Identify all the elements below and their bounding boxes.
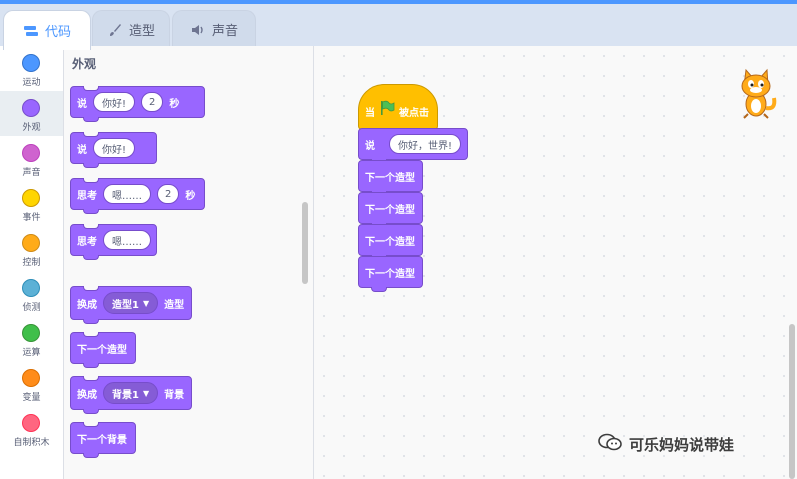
costume-dropdown[interactable]: 造型1 ▼ (103, 292, 159, 314)
when-flag-clicked-block[interactable]: 当 被点击 (358, 84, 438, 134)
switch-backdrop-block[interactable]: 换成 背景1 ▼ 背景 (70, 376, 192, 414)
think-for-secs-block[interactable]: 思考 嗯…… 2 秒 (70, 178, 205, 214)
block-label: 下一个造型 (365, 268, 415, 280)
category-my-blocks-dot (22, 414, 40, 432)
speaker-icon (190, 23, 206, 37)
block-label: 换成 (77, 389, 97, 401)
category-motion-dot (22, 54, 40, 72)
script-workspace[interactable]: 当 被点击 说 你好，世界! 下一个造型 下一个造型 下一个造型 下一个造型 可… (314, 46, 797, 479)
ws-next-costume-block[interactable]: 下一个造型 (358, 256, 423, 292)
backdrop-dropdown-value: 背景1 (112, 389, 139, 401)
tab-costumes[interactable]: 造型 (92, 10, 170, 48)
category-operators-label: 运算 (22, 348, 41, 358)
category-sound-label: 声音 (22, 168, 41, 178)
say-block[interactable]: 说 你好! (70, 132, 157, 168)
category-events[interactable]: 事件 (0, 181, 63, 226)
category-my-blocks[interactable]: 自制积木 (0, 406, 63, 451)
category-control-label: 控制 (22, 258, 41, 268)
category-sound-dot (22, 144, 40, 162)
block-label: 思考 (77, 236, 97, 248)
think-block[interactable]: 思考 嗯…… (70, 224, 157, 260)
category-variables[interactable]: 变量 (0, 361, 63, 406)
category-motion[interactable]: 运动 (0, 46, 63, 91)
say-text-input[interactable]: 你好! (93, 138, 136, 158)
say-text-input[interactable]: 你好! (93, 92, 136, 112)
block-label: 下一个造型 (365, 236, 415, 248)
say-for-secs-block[interactable]: 说 你好! 2 秒 (70, 86, 205, 122)
block-suffix: 造型 (164, 299, 185, 311)
think-text-input[interactable]: 嗯…… (103, 230, 151, 250)
category-sensing-dot (22, 279, 40, 297)
category-variables-label: 变量 (22, 393, 41, 403)
block-label: 下一个背景 (77, 434, 127, 446)
code-icon (23, 24, 39, 38)
tab-sounds[interactable]: 声音 (172, 10, 256, 48)
block-label: 下一个造型 (77, 344, 127, 356)
brush-icon (107, 22, 123, 38)
block-label: 下一个造型 (365, 204, 415, 216)
block-label: 思考 (77, 190, 97, 202)
category-operators-dot (22, 324, 40, 342)
block-unit: 秒 (185, 190, 196, 202)
category-sensing-label: 侦测 (22, 303, 41, 313)
chevron-down-icon: ▼ (142, 298, 150, 308)
ws-say-text-input[interactable]: 你好，世界! (388, 134, 461, 154)
tab-code-label: 代码 (44, 25, 71, 40)
category-sensing[interactable]: 侦测 (0, 271, 63, 316)
category-control[interactable]: 控制 (0, 226, 63, 271)
switch-costume-block[interactable]: 换成 造型1 ▼ 造型 (70, 286, 192, 324)
next-costume-block[interactable]: 下一个造型 (70, 332, 136, 368)
watermark-text: 可乐妈妈说带娃 (629, 435, 735, 454)
watermark: 可乐妈妈说带娃 (597, 432, 734, 456)
next-backdrop-block[interactable]: 下一个背景 (70, 422, 136, 458)
ws-next-costume-block[interactable]: 下一个造型 (358, 160, 423, 196)
palette-heading: 外观 (72, 57, 97, 71)
green-flag-icon (379, 100, 395, 119)
category-looks-dot (22, 99, 40, 117)
block-label: 下一个造型 (365, 172, 415, 184)
block-label: 说 (77, 98, 87, 110)
block-palette: 外观 说 你好! 2 秒 说 你好! 思考 嗯…… 2 秒 思考 嗯…… 换成 … (64, 46, 314, 479)
category-my-blocks-label: 自制积木 (13, 438, 50, 448)
backdrop-dropdown[interactable]: 背景1 ▼ (103, 382, 159, 404)
sprite-cat-icon (734, 64, 780, 120)
category-sound[interactable]: 声音 (0, 136, 63, 181)
block-unit: 秒 (169, 98, 180, 110)
category-menu: 运动 外观 声音 事件 控制 侦测 运算 变量 自制积木 (0, 46, 64, 479)
block-label: 说 (77, 144, 87, 156)
block-suffix: 背景 (164, 389, 185, 401)
tab-costumes-label: 造型 (128, 24, 155, 39)
secs-input[interactable]: 2 (141, 92, 164, 112)
palette-scrollbar[interactable] (302, 202, 308, 284)
workspace-scrollbar[interactable] (789, 324, 795, 479)
secs-input[interactable]: 2 (157, 184, 180, 204)
hat-suffix: 被点击 (399, 108, 429, 119)
tab-code[interactable]: 代码 (3, 10, 91, 50)
ws-say-block[interactable]: 说 你好，世界! (358, 128, 468, 164)
category-events-label: 事件 (22, 213, 41, 223)
wechat-icon (597, 432, 623, 456)
category-variables-dot (22, 369, 40, 387)
chevron-down-icon: ▼ (142, 388, 150, 398)
category-events-dot (22, 189, 40, 207)
category-operators[interactable]: 运算 (0, 316, 63, 361)
costume-dropdown-value: 造型1 (112, 299, 139, 311)
editor-tab-strip: 代码 造型 声音 (0, 4, 797, 50)
category-looks-label: 外观 (22, 123, 41, 133)
category-motion-label: 运动 (22, 78, 41, 88)
category-looks[interactable]: 外观 (0, 91, 63, 136)
tab-sounds-label: 声音 (211, 24, 238, 39)
ws-next-costume-block[interactable]: 下一个造型 (358, 192, 423, 228)
hat-prefix: 当 (365, 108, 375, 119)
think-text-input[interactable]: 嗯…… (103, 184, 151, 204)
block-label: 换成 (77, 299, 97, 311)
ws-next-costume-block[interactable]: 下一个造型 (358, 224, 423, 260)
block-label: 说 (365, 140, 375, 152)
category-control-dot (22, 234, 40, 252)
